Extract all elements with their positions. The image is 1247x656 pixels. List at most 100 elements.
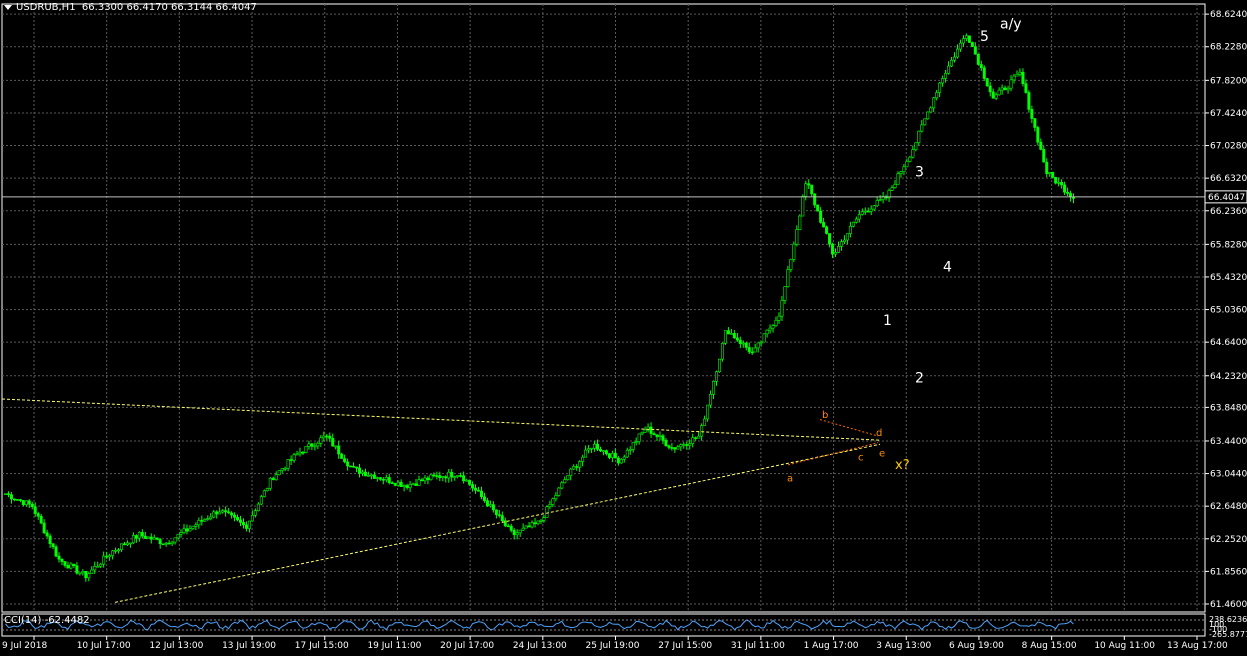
triangle-line-lower[interactable] xyxy=(787,442,879,466)
candle-body xyxy=(732,333,736,339)
candle-body xyxy=(87,573,91,579)
candle-body xyxy=(715,371,719,382)
candle-body xyxy=(173,537,177,543)
x-tick-label: 3 Aug 13:00 xyxy=(876,641,931,651)
candle-body xyxy=(554,495,558,500)
candle-body xyxy=(738,339,742,344)
candle-body xyxy=(474,487,478,491)
wave-label: 2 xyxy=(915,371,924,387)
candle-body xyxy=(545,506,549,519)
wave-label: a xyxy=(787,473,793,484)
wave-label: 1 xyxy=(883,313,892,329)
candle-body xyxy=(102,555,106,565)
candle-body xyxy=(941,78,945,84)
dropdown-triangle-icon[interactable] xyxy=(4,4,12,10)
candle-body xyxy=(155,537,159,540)
candle-body xyxy=(274,474,278,481)
candle-body xyxy=(947,65,951,74)
candle-body xyxy=(334,445,338,448)
candle-body xyxy=(872,205,876,210)
candle-body xyxy=(465,479,469,482)
candle-body xyxy=(164,542,168,545)
x-tick-label: 17 Jul 15:00 xyxy=(295,641,349,651)
trend-line-upper[interactable] xyxy=(1,398,881,441)
candle-body xyxy=(396,481,400,486)
wave-label: x? xyxy=(895,458,910,473)
candle-body xyxy=(75,565,79,574)
candle-body xyxy=(114,550,118,552)
candle-body xyxy=(149,536,153,540)
candle-body xyxy=(542,517,546,521)
candle-body xyxy=(384,477,388,481)
candle-body xyxy=(331,438,335,447)
candle-body xyxy=(664,439,668,446)
candle-body xyxy=(477,489,481,492)
candle-body xyxy=(63,561,67,566)
candle-body xyxy=(789,259,793,270)
candle-body xyxy=(625,449,629,458)
candle-body xyxy=(319,437,323,444)
triangle-line-upper[interactable] xyxy=(819,419,879,437)
candle-body xyxy=(170,541,174,544)
candle-body xyxy=(976,53,980,65)
y-tick-label: 61.8560 xyxy=(1210,567,1247,577)
candle-body xyxy=(563,479,567,484)
candle-body xyxy=(819,210,823,223)
trend-line-lower[interactable] xyxy=(114,443,881,603)
candle-body xyxy=(622,456,626,460)
y-tick-label: 62.6480 xyxy=(1210,502,1247,512)
candle-body xyxy=(831,243,835,255)
candle-body xyxy=(128,542,132,545)
candle-body xyxy=(688,443,692,446)
candle-body xyxy=(42,522,46,534)
candle-body xyxy=(304,446,308,453)
wave-label: 4 xyxy=(943,259,952,275)
candle-body xyxy=(875,200,879,207)
chart-area[interactable]: 68.6240 68.2280 67.8200 67.4240 67.0280 66.63… xyxy=(0,0,1247,656)
candle-body xyxy=(658,435,662,438)
candle-body xyxy=(720,342,724,360)
candle-body xyxy=(212,511,216,518)
candle-body xyxy=(298,451,302,455)
candle-body xyxy=(488,504,492,507)
candle-body xyxy=(137,532,141,539)
candle-body xyxy=(706,404,710,420)
candle-body xyxy=(762,333,766,343)
candle-body xyxy=(78,572,82,575)
candle-body xyxy=(613,452,617,459)
candle-body xyxy=(24,500,28,506)
candle-body xyxy=(584,449,588,458)
candle-body xyxy=(105,555,109,558)
candle-body xyxy=(381,478,385,481)
candle-body xyxy=(813,193,817,206)
candle-body xyxy=(27,500,31,505)
candle-body xyxy=(587,448,591,451)
candle-body xyxy=(637,433,641,442)
candle-body xyxy=(616,457,620,464)
price-chart[interactable]: 68.6240 68.2280 67.8200 67.4240 67.0280 66.63… xyxy=(0,0,1247,656)
candle-body xyxy=(15,499,19,501)
candle-body xyxy=(506,525,510,528)
candle-body xyxy=(530,522,534,528)
candle-body xyxy=(521,527,525,531)
candle-body xyxy=(497,514,501,516)
candle-body xyxy=(441,476,445,478)
candle-body xyxy=(512,530,516,536)
y-tick-label: 68.2280 xyxy=(1210,43,1247,53)
candle-body xyxy=(694,437,698,439)
candle-body xyxy=(96,565,100,568)
candle-body xyxy=(551,498,555,505)
candle-body xyxy=(729,333,733,335)
candle-body xyxy=(358,467,362,474)
candle-body xyxy=(179,532,183,535)
candle-body xyxy=(310,443,314,447)
ohlc-values: 66.3300 66.4170 66.3144 66.4047 xyxy=(81,2,257,13)
candle-body xyxy=(950,59,954,67)
candle-body xyxy=(277,470,281,475)
candle-body xyxy=(372,474,376,479)
candle-body xyxy=(509,525,513,531)
candle-body xyxy=(456,475,460,477)
candle-body xyxy=(691,437,695,444)
candle-body xyxy=(459,475,463,477)
candle-body xyxy=(120,543,124,551)
